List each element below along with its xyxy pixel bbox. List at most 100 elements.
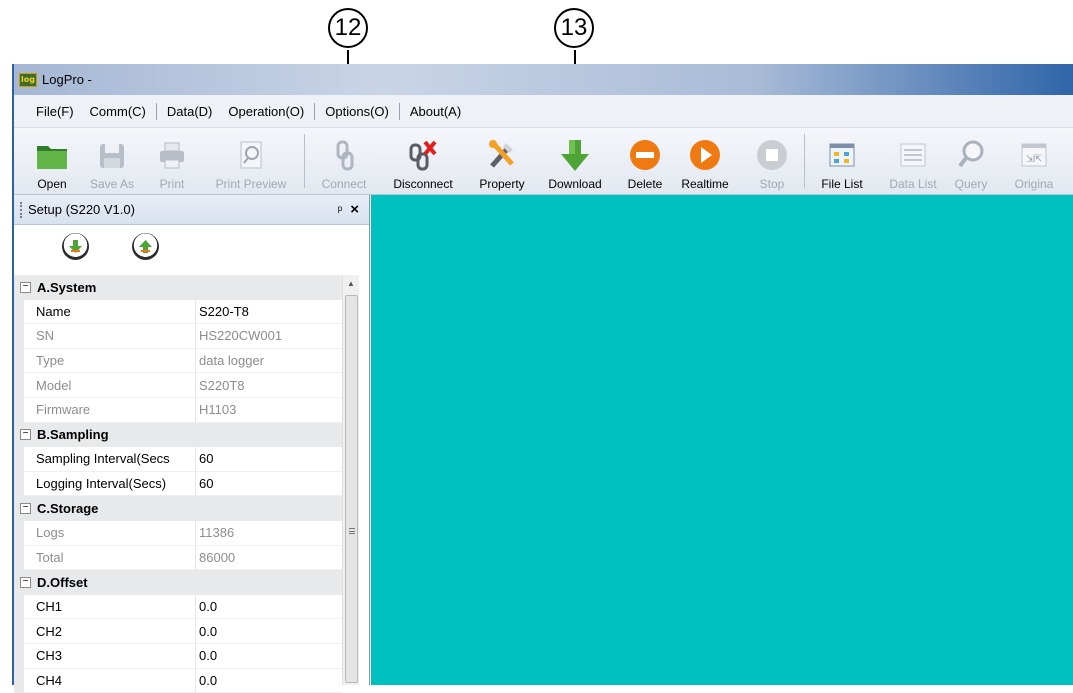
property-value: 11386 bbox=[196, 521, 342, 546]
property-value[interactable]: 0.0 bbox=[196, 644, 342, 669]
collapse-icon[interactable]: − bbox=[20, 282, 31, 293]
property-value: data logger bbox=[196, 349, 342, 374]
main-content-area[interactable] bbox=[371, 195, 1073, 685]
property-label: Property bbox=[479, 177, 524, 193]
row-gutter bbox=[14, 669, 24, 693]
property-row[interactable]: Logs 11386 bbox=[14, 521, 342, 546]
list-window-icon bbox=[895, 136, 931, 174]
property-grid-scrollbar[interactable]: ▲ bbox=[342, 275, 359, 685]
property-value: 86000 bbox=[196, 546, 342, 571]
file-list-button[interactable]: File List bbox=[812, 131, 872, 193]
realtime-label: Realtime bbox=[681, 177, 728, 193]
scrollbar-thumb[interactable] bbox=[345, 295, 358, 683]
category-label: C.Storage bbox=[37, 501, 98, 516]
disconnect-label: Disconnect bbox=[393, 177, 452, 193]
read-settings-button[interactable] bbox=[62, 233, 89, 260]
pin-icon[interactable]: ᵖ bbox=[338, 203, 343, 217]
realtime-button[interactable]: Realtime bbox=[677, 131, 733, 193]
row-gutter bbox=[14, 619, 24, 644]
close-icon[interactable]: × bbox=[350, 201, 359, 218]
collapse-icon[interactable]: − bbox=[20, 577, 31, 588]
property-name: SN bbox=[24, 324, 196, 349]
property-value[interactable]: 0.0 bbox=[196, 595, 342, 620]
row-gutter bbox=[14, 349, 24, 374]
property-name: Type bbox=[24, 349, 196, 374]
property-row[interactable]: Firmware H1103 bbox=[14, 398, 342, 423]
property-name: Firmware bbox=[24, 398, 196, 423]
property-value[interactable]: 60 bbox=[196, 447, 342, 472]
row-gutter bbox=[14, 521, 24, 546]
menu-operation[interactable]: Operation(O) bbox=[220, 104, 312, 119]
title-bar[interactable]: log LogPro - bbox=[14, 64, 1073, 95]
property-row[interactable]: Logging Interval(Secs) 60 bbox=[14, 472, 342, 497]
property-value[interactable]: S220-T8 bbox=[196, 300, 342, 325]
property-row[interactable]: CH3 0.0 bbox=[14, 644, 342, 669]
original-button[interactable]: ⇲⇱ Origina bbox=[1004, 131, 1064, 193]
open-button[interactable]: Open bbox=[30, 131, 74, 193]
print-preview-button[interactable]: Print Preview bbox=[208, 131, 294, 193]
write-settings-button[interactable] bbox=[132, 233, 159, 260]
stop-icon bbox=[754, 136, 790, 174]
collapse-icon[interactable]: − bbox=[20, 429, 31, 440]
data-list-button[interactable]: Data List bbox=[884, 131, 942, 193]
setup-panel-header: Setup (S220 V1.0) ᵖ × bbox=[14, 195, 369, 225]
property-row[interactable]: Total 86000 bbox=[14, 546, 342, 571]
property-name: Total bbox=[24, 546, 196, 571]
setup-panel-tools bbox=[14, 225, 369, 275]
row-gutter bbox=[14, 546, 24, 571]
collapse-icon[interactable]: − bbox=[20, 503, 31, 514]
download-label: Download bbox=[548, 177, 601, 193]
property-row[interactable]: Model S220T8 bbox=[14, 373, 342, 398]
menu-separator bbox=[156, 103, 157, 120]
delete-button[interactable]: Delete bbox=[623, 131, 667, 193]
property-row[interactable]: Type data logger bbox=[14, 349, 342, 374]
property-row[interactable]: CH4 0.0 bbox=[14, 669, 342, 693]
window-frame-border bbox=[12, 64, 14, 685]
category-system[interactable]: − A.System bbox=[14, 275, 342, 300]
row-gutter bbox=[14, 447, 24, 472]
property-name: Logging Interval(Secs) bbox=[24, 472, 196, 497]
row-gutter bbox=[14, 398, 24, 423]
disconnect-button[interactable]: Disconnect bbox=[384, 131, 462, 193]
connect-button[interactable]: Connect bbox=[319, 131, 369, 193]
category-offset[interactable]: − D.Offset bbox=[14, 570, 342, 595]
stop-button[interactable]: Stop bbox=[754, 131, 790, 193]
menu-data[interactable]: Data(D) bbox=[159, 104, 221, 119]
floppy-disk-icon bbox=[94, 136, 130, 174]
property-name: CH3 bbox=[24, 644, 196, 669]
row-gutter bbox=[14, 373, 24, 398]
svg-text:⇲⇱: ⇲⇱ bbox=[1026, 154, 1043, 165]
query-button[interactable]: Query bbox=[950, 131, 992, 193]
save-as-button[interactable]: Save As bbox=[86, 131, 138, 193]
row-gutter bbox=[14, 595, 24, 620]
toolbar-separator bbox=[804, 134, 805, 188]
drag-grip-icon[interactable] bbox=[20, 202, 23, 218]
property-value[interactable]: 0.0 bbox=[196, 669, 342, 693]
print-button[interactable]: Print bbox=[152, 131, 192, 193]
property-row[interactable]: CH2 0.0 bbox=[14, 619, 342, 644]
menu-separator bbox=[314, 103, 315, 120]
menu-options[interactable]: Options(O) bbox=[317, 104, 397, 119]
category-sampling[interactable]: − B.Sampling bbox=[14, 423, 342, 448]
property-value[interactable]: 0.0 bbox=[196, 619, 342, 644]
menu-file[interactable]: File(F) bbox=[28, 104, 82, 119]
property-row[interactable]: Name S220-T8 bbox=[14, 300, 342, 325]
download-button[interactable]: Download bbox=[538, 131, 612, 193]
print-label: Print bbox=[160, 177, 185, 193]
property-grid: − A.System Name S220-T8 SN HS220CW001 Ty… bbox=[14, 275, 342, 693]
setup-panel: Setup (S220 V1.0) ᵖ × − A.System Name S2… bbox=[14, 195, 370, 685]
category-storage[interactable]: − C.Storage bbox=[14, 496, 342, 521]
connect-label: Connect bbox=[322, 177, 367, 193]
broken-link-icon bbox=[405, 136, 441, 174]
property-row[interactable]: CH1 0.0 bbox=[14, 595, 342, 620]
stop-label: Stop bbox=[760, 177, 785, 193]
file-list-label: File List bbox=[821, 177, 862, 193]
property-button[interactable]: Property bbox=[469, 131, 535, 193]
menu-comm[interactable]: Comm(C) bbox=[82, 104, 154, 119]
scroll-up-arrow-icon[interactable]: ▲ bbox=[343, 275, 359, 292]
property-name: CH4 bbox=[24, 669, 196, 693]
property-row[interactable]: SN HS220CW001 bbox=[14, 324, 342, 349]
property-value[interactable]: 60 bbox=[196, 472, 342, 497]
property-row[interactable]: Sampling Interval(Secs 60 bbox=[14, 447, 342, 472]
menu-about[interactable]: About(A) bbox=[402, 104, 469, 119]
